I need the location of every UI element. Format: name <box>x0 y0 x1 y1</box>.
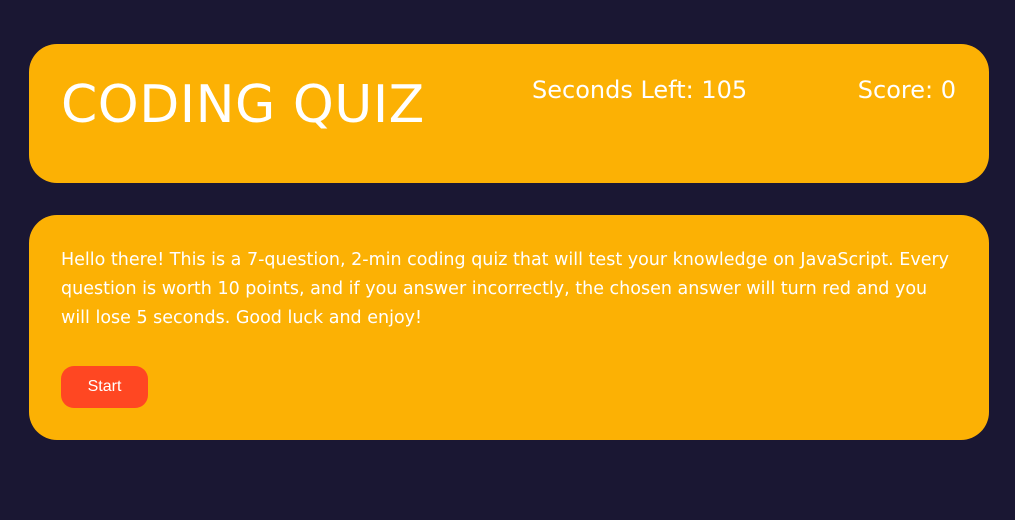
quiz-header: CODING QUIZ Seconds Left: 105 Score: 0 <box>29 44 989 183</box>
timer-display: Seconds Left: 105 <box>532 76 748 104</box>
score-display: Score: 0 <box>857 76 956 104</box>
quiz-intro-card: Hello there! This is a 7-question, 2-min… <box>29 215 989 440</box>
start-button[interactable]: Start <box>61 366 148 408</box>
page-title: CODING QUIZ <box>61 75 425 135</box>
intro-text: Hello there! This is a 7-question, 2-min… <box>61 250 950 328</box>
